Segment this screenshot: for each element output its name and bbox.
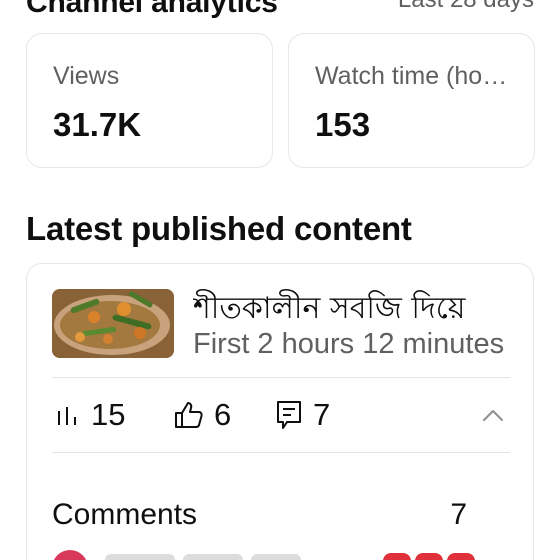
views-metric-value: 31.7K xyxy=(53,106,142,143)
comment-preview-text xyxy=(105,554,345,560)
video-comments-stat: 7 xyxy=(275,395,330,435)
page-title: Channel analytics xyxy=(26,0,278,19)
heart-emoji-icon xyxy=(383,553,475,560)
video-likes-stat: 6 xyxy=(174,395,231,435)
divider xyxy=(52,452,510,453)
views-metric-label: Views xyxy=(53,62,120,90)
food-dish-thumbnail xyxy=(52,289,174,358)
bar-chart-icon xyxy=(58,407,76,425)
video-likes-value: 6 xyxy=(214,397,232,432)
comments-label[interactable]: Comments xyxy=(52,498,197,532)
video-performance-label: First 2 hours 12 minutes xyxy=(193,328,505,360)
comment-icon xyxy=(277,401,301,429)
watch-time-metric-value: 153 xyxy=(315,106,371,143)
views-metric-card[interactable]: Views 31.7K xyxy=(26,33,273,168)
chevron-up-icon xyxy=(483,410,503,421)
latest-content-card: শীতকালীন সবজি দিয়ে First 2 hours 12 min… xyxy=(26,263,534,560)
thumbs-up-icon xyxy=(175,402,203,428)
collapse-button[interactable] xyxy=(479,402,507,428)
watch-time-metric-label: Watch time (hours) xyxy=(315,62,515,90)
video-views-value: 15 xyxy=(91,397,126,432)
video-comments-value: 7 xyxy=(313,397,331,432)
latest-content-title: Latest published content xyxy=(26,210,412,247)
video-thumbnail[interactable] xyxy=(52,289,174,358)
divider xyxy=(52,377,510,378)
date-range-label[interactable]: Last 28 days xyxy=(398,0,534,14)
comments-count: 7 xyxy=(450,498,467,531)
header: Channel analytics Last 28 days xyxy=(26,0,534,20)
watch-time-metric-card[interactable]: Watch time (hours) 153 xyxy=(288,33,535,168)
video-views-stat: 15 xyxy=(55,395,125,435)
avatar[interactable] xyxy=(52,550,88,560)
